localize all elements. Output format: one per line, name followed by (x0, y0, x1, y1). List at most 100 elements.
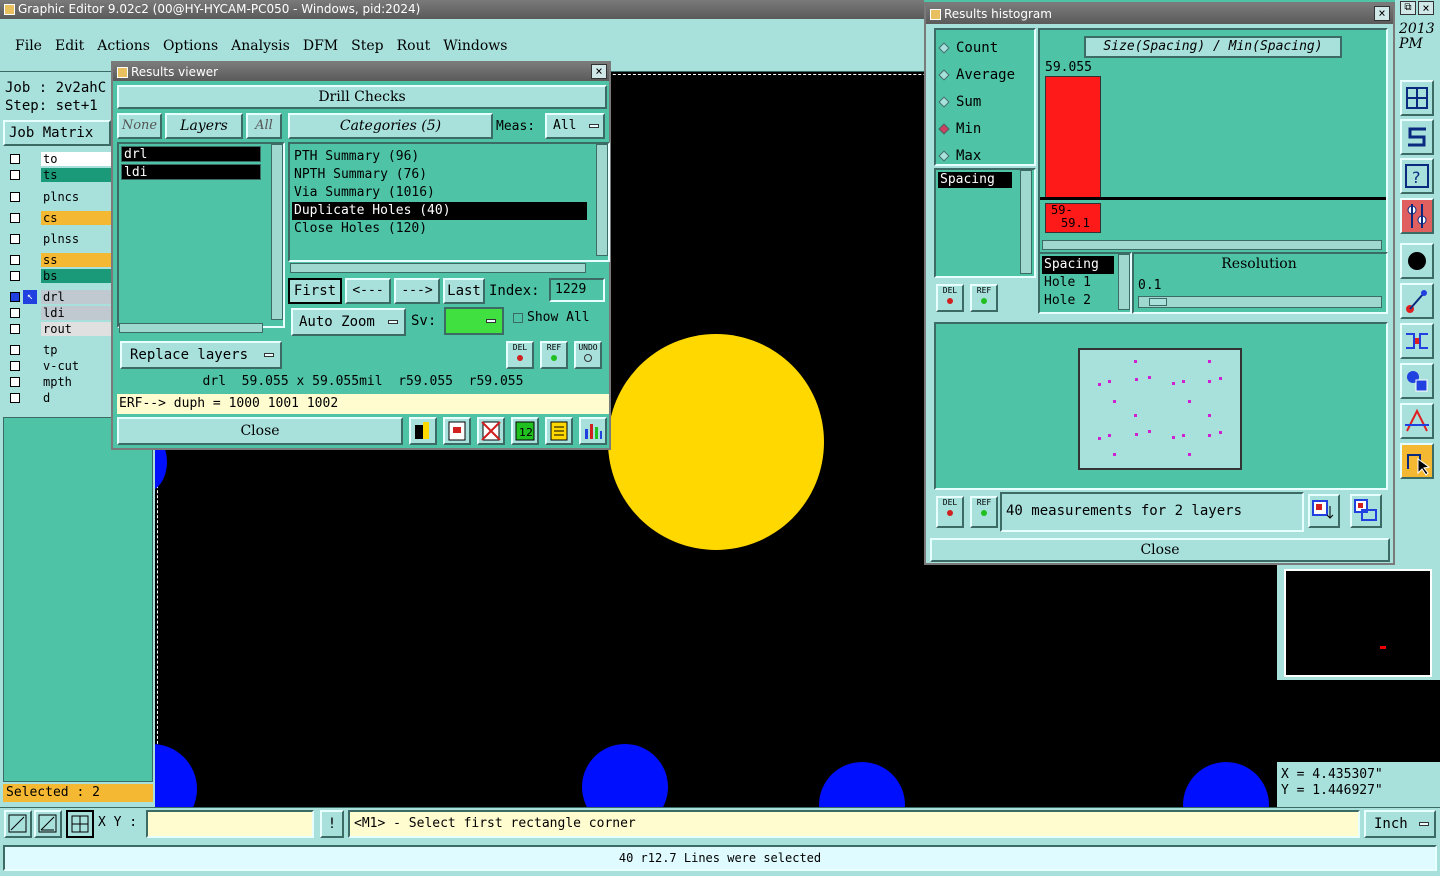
spacing-field[interactable]: Spacing (938, 172, 1012, 188)
mode-radio-average[interactable]: Average (938, 63, 1015, 90)
mode-radio-min[interactable]: Min (938, 117, 1015, 144)
layer-checkbox[interactable] (10, 308, 20, 318)
field-selector-scrollbar[interactable] (1118, 254, 1130, 310)
histogram-close-button[interactable]: Close (930, 538, 1390, 562)
histogram-bar[interactable] (1045, 76, 1101, 198)
menu-file[interactable]: File (15, 38, 42, 54)
pad-yellow[interactable] (608, 334, 824, 550)
layer-checkbox[interactable] (10, 292, 20, 302)
layer-checkbox[interactable] (10, 345, 20, 355)
report-icon[interactable] (443, 417, 471, 445)
hist-ref-button[interactable]: REF (970, 284, 998, 312)
layer-checkbox[interactable] (10, 255, 20, 265)
grid-icon[interactable] (66, 810, 94, 838)
none-button[interactable]: None (117, 113, 162, 139)
menu-options[interactable]: Options (163, 38, 218, 54)
measure-tool-icon[interactable] (1400, 403, 1434, 439)
field-list[interactable]: Spacing (934, 168, 1036, 278)
resolution-slider[interactable] (1138, 296, 1382, 308)
next-button[interactable]: ---> (394, 278, 440, 304)
menu-actions[interactable]: Actions (97, 38, 150, 54)
category-item[interactable]: NPTH Summary (76) (292, 166, 587, 184)
results-viewer-close-button[interactable]: Close (117, 417, 403, 445)
show-all-checkbox[interactable] (513, 313, 523, 323)
shapes-tool-icon[interactable] (1400, 363, 1434, 399)
help-icon[interactable]: ? (1400, 158, 1434, 194)
layer-item-drl[interactable]: drl (121, 146, 261, 162)
layer-checkbox[interactable] (10, 324, 20, 334)
measure-angle-icon[interactable] (34, 810, 62, 838)
layer-checkbox[interactable] (10, 393, 20, 403)
results-viewer-close-icon[interactable]: × (591, 64, 607, 79)
layer-checkbox[interactable] (10, 213, 20, 223)
layer-checkbox[interactable] (10, 234, 20, 244)
field-item[interactable]: Spacing (1042, 256, 1114, 274)
field-item[interactable]: Hole 2 (1042, 292, 1114, 310)
replace-layers-dropdown[interactable]: Replace layers (120, 341, 282, 369)
zoom-window-icon[interactable] (4, 810, 32, 838)
exclamation-button[interactable]: ! (320, 810, 344, 838)
strip-restore-button[interactable]: ⧉ (1400, 1, 1416, 15)
layer-checkbox[interactable] (10, 377, 20, 387)
mode-radio-count[interactable]: Count (938, 36, 1015, 63)
select-tool-icon[interactable] (1400, 443, 1434, 479)
category-item[interactable]: Via Summary (1016) (292, 184, 587, 202)
preview-ref-button[interactable]: REF (970, 496, 998, 528)
menu-dfm[interactable]: DFM (303, 38, 338, 54)
categories-scrollbar[interactable] (596, 144, 608, 256)
categories-list[interactable]: PTH Summary (96) NPTH Summary (76) Via Sum… (288, 142, 610, 262)
snap-tool-icon[interactable] (1400, 119, 1434, 155)
histogram-icon[interactable] (579, 417, 607, 445)
field-item[interactable]: Hole 1 (1042, 274, 1114, 292)
xy-input[interactable] (146, 810, 314, 838)
layer-checkbox[interactable] (10, 154, 20, 164)
route-tool-icon[interactable] (1400, 283, 1434, 319)
all-button[interactable]: All (246, 113, 282, 139)
layer-checkbox[interactable] (10, 361, 20, 371)
preview-map[interactable] (1078, 348, 1242, 470)
preview-del-button[interactable]: DEL (936, 496, 964, 528)
field-list-scrollbar[interactable] (1020, 170, 1032, 274)
histogram-close-icon[interactable]: × (1374, 6, 1390, 21)
highlight-icon[interactable] (409, 417, 437, 445)
zoom-fit-icon[interactable] (1350, 494, 1382, 528)
mini-map[interactable] (1284, 569, 1432, 677)
job-matrix-button[interactable]: Job Matrix (3, 120, 111, 146)
layers-scrollbar[interactable] (271, 144, 283, 320)
category-item[interactable]: Duplicate Holes (40) (292, 202, 587, 220)
layers-list[interactable]: drl ldi (117, 142, 285, 328)
numbering-icon[interactable]: 12 (511, 417, 539, 445)
undo-button[interactable]: UNDO (574, 341, 602, 369)
last-button[interactable]: Last (443, 278, 485, 304)
netlist-tool-icon[interactable] (1400, 323, 1434, 359)
categories-hscrollbar[interactable] (290, 263, 586, 273)
chart-hscrollbar[interactable] (1042, 240, 1382, 250)
prev-button[interactable]: <--- (345, 278, 391, 304)
menu-edit[interactable]: Edit (55, 38, 84, 54)
delete-report-icon[interactable] (477, 417, 505, 445)
auto-zoom-dropdown[interactable]: Auto Zoom (291, 308, 406, 336)
category-item[interactable]: Close Holes (120) (292, 220, 587, 238)
notes-icon[interactable] (545, 417, 573, 445)
layer-checkbox[interactable] (10, 271, 20, 281)
pad-tool-icon[interactable] (1400, 243, 1434, 279)
menu-step[interactable]: Step (351, 38, 383, 54)
layer-checkbox[interactable] (10, 170, 20, 180)
layers-hscrollbar[interactable] (119, 323, 263, 333)
first-button[interactable]: First (288, 278, 342, 304)
drill-tool-icon[interactable] (1400, 198, 1434, 234)
export-icon[interactable] (1308, 494, 1340, 528)
menu-windows[interactable]: Windows (443, 38, 507, 54)
menu-analysis[interactable]: Analysis (231, 38, 290, 54)
ref-button[interactable]: REF (540, 341, 568, 369)
mode-radio-max[interactable]: Max (938, 144, 1015, 171)
hist-del-button[interactable]: DEL (936, 284, 964, 312)
del-button[interactable]: DEL (506, 341, 534, 369)
mode-radio-sum[interactable]: Sum (938, 90, 1015, 117)
index-input[interactable]: 1229 (549, 278, 605, 302)
meas-dropdown[interactable]: All (545, 113, 605, 139)
units-dropdown[interactable]: Inch (1364, 810, 1436, 838)
layer-item-ldi[interactable]: ldi (121, 164, 261, 180)
category-item[interactable]: PTH Summary (96) (292, 148, 587, 166)
resolution-slider-thumb[interactable] (1149, 298, 1167, 306)
